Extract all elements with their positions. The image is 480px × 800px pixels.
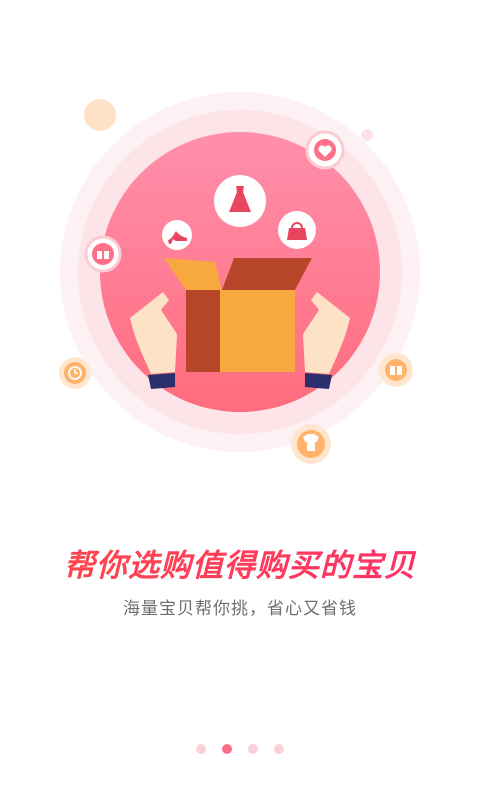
deco-bubble-1 [84, 99, 116, 131]
gift-box-icon [379, 353, 413, 387]
page-dot-3[interactable] [248, 744, 258, 754]
page-indicator [0, 742, 480, 756]
hero-illustration [59, 92, 420, 464]
heart-tag-icon [305, 130, 345, 170]
clock-icon [59, 357, 91, 389]
clothes-icon [291, 424, 331, 464]
dress-icon [214, 175, 266, 227]
open-box-icon [164, 258, 312, 372]
handbag-icon [278, 211, 316, 249]
onboarding-subline: 海量宝贝帮你挑，省心又省钱 [123, 599, 357, 619]
onboarding-headline: 帮你选购值得购买的宝贝 [0, 540, 480, 585]
gift-icon [84, 235, 122, 273]
page-dot-1[interactable] [196, 744, 206, 754]
page-dot-4[interactable] [274, 744, 284, 754]
high-heel-icon [162, 220, 192, 250]
page-dot-2-active[interactable] [222, 744, 232, 754]
deco-bubble-2 [361, 129, 373, 141]
